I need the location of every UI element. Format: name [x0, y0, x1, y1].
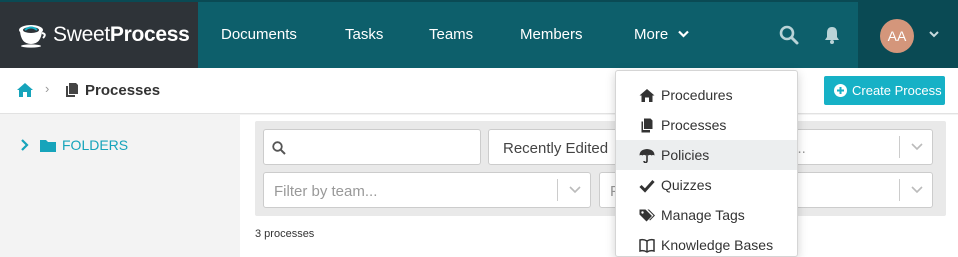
- menu-item-label: Knowledge Bases: [661, 237, 774, 253]
- menu-item-policies[interactable]: Policies: [616, 140, 797, 170]
- chevron-down-icon: [678, 30, 690, 38]
- teacup-logo-icon: [19, 25, 46, 48]
- top-navbar: SweetProcess Documents Tasks Teams Membe…: [0, 0, 958, 68]
- bell-icon[interactable]: [822, 25, 842, 45]
- chevron-right-icon: [21, 139, 29, 151]
- avatar[interactable]: AA: [880, 19, 914, 53]
- plus-circle-icon: [834, 84, 847, 97]
- nav-more-label: More: [634, 26, 669, 43]
- folder-icon: [40, 139, 56, 152]
- team-filter-select[interactable]: Filter by team...: [263, 172, 591, 208]
- brand-name: SweetProcess: [53, 23, 190, 46]
- nav-more[interactable]: More: [634, 2, 690, 68]
- menu-item-label: Quizzes: [661, 177, 712, 193]
- nav-tasks[interactable]: Tasks: [345, 2, 383, 68]
- folders-label: FOLDERS: [62, 137, 129, 153]
- dropdown-toggle[interactable]: [557, 179, 590, 201]
- page-title: Processes: [85, 82, 161, 99]
- user-menu[interactable]: AA: [858, 2, 958, 68]
- dropdown-toggle[interactable]: [899, 179, 932, 201]
- chevron-right-icon: ›: [45, 81, 50, 96]
- create-process-button[interactable]: Create Process: [824, 76, 945, 105]
- menu-item-procedures[interactable]: Procedures: [616, 80, 797, 110]
- search-icon: [272, 141, 286, 155]
- search-icon[interactable]: [779, 25, 799, 45]
- menu-item-knowledge-bases[interactable]: Knowledge Bases: [616, 230, 797, 257]
- chevron-down-icon: [911, 143, 923, 151]
- documents-icon: [66, 83, 78, 97]
- team-filter-placeholder: Filter by team...: [274, 183, 378, 200]
- menu-item-quizzes[interactable]: Quizzes: [616, 170, 797, 200]
- sort-value: Recently Edited: [503, 140, 609, 157]
- nav-teams[interactable]: Teams: [429, 2, 473, 68]
- chevron-down-icon[interactable]: [928, 28, 940, 40]
- menu-item-label: Manage Tags: [661, 207, 745, 223]
- brand-logo[interactable]: SweetProcess: [0, 2, 198, 68]
- sidebar: FOLDERS: [0, 115, 240, 257]
- menu-item-manage-tags[interactable]: Manage Tags: [616, 200, 797, 230]
- home-icon[interactable]: [16, 82, 34, 98]
- search-input[interactable]: [263, 129, 481, 165]
- breadcrumb: › Processes Create Process: [0, 68, 958, 114]
- create-process-label: Create Process: [852, 83, 942, 98]
- menu-item-label: Policies: [661, 147, 710, 163]
- chevron-down-icon: [569, 186, 581, 194]
- main-content: Recently Edited g... Filter by team... F…: [240, 115, 958, 257]
- filter-panel: Recently Edited g... Filter by team... F: [255, 121, 946, 216]
- more-dropdown-menu: Procedures Processes Policies Quizzes Ma…: [615, 70, 798, 257]
- nav-documents[interactable]: Documents: [221, 2, 297, 68]
- folders-toggle[interactable]: FOLDERS: [20, 137, 128, 153]
- chevron-down-icon: [911, 186, 923, 194]
- tags-icon: [639, 209, 655, 221]
- menu-item-label: Procedures: [661, 87, 733, 103]
- menu-item-processes[interactable]: Processes: [616, 110, 797, 140]
- menu-item-label: Processes: [661, 117, 727, 133]
- umbrella-icon: [639, 148, 655, 163]
- documents-icon: [641, 118, 653, 132]
- home-icon: [639, 88, 655, 102]
- check-icon: [639, 179, 655, 193]
- book-icon: [639, 238, 655, 253]
- results-count: 3 processes: [255, 228, 315, 240]
- dropdown-toggle[interactable]: [899, 136, 932, 158]
- nav-members[interactable]: Members: [520, 2, 583, 68]
